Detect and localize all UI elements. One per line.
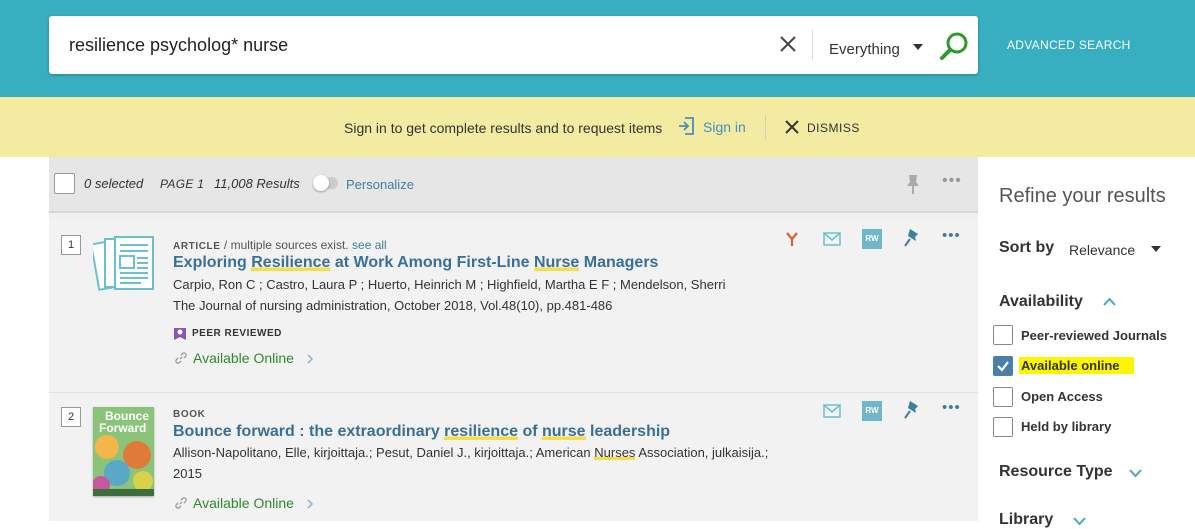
resource-type: ARTICLE / multiple sources exist. see al…	[173, 238, 387, 252]
more-options-icon[interactable]: •••	[942, 227, 961, 244]
facet-label-peer-reviewed[interactable]: Peer-reviewed Journals	[1021, 328, 1167, 343]
signin-icon[interactable]	[677, 115, 697, 137]
keyword-highlight: resilience	[444, 423, 518, 440]
sort-select[interactable]: Relevance	[1069, 242, 1135, 258]
resource-type: BOOK	[173, 409, 206, 420]
title-part: at Work Among First-Line	[330, 254, 534, 271]
result-item[interactable]: 1 ARTICLE / multiple sources exist. see …	[49, 219, 978, 393]
pin-icon[interactable]	[904, 400, 920, 420]
selected-count: 0 selected	[84, 176, 144, 191]
link-icon	[175, 352, 187, 364]
search-scope-select[interactable]: Everything	[829, 41, 900, 58]
scope-divider	[812, 30, 813, 60]
refworks-icon[interactable]: RW	[862, 229, 882, 249]
chevron-down-icon[interactable]	[911, 42, 925, 52]
multiple-sources-note: / multiple sources exist.	[223, 238, 349, 252]
result-number[interactable]: 1	[61, 235, 81, 255]
select-all-checkbox[interactable]	[54, 173, 75, 194]
author-part: Allison-Napolitano, Elle, kirjoittaja.; …	[173, 445, 595, 460]
chevron-right-icon[interactable]	[306, 498, 314, 510]
search-icon[interactable]	[939, 30, 971, 62]
result-number[interactable]: 2	[61, 407, 81, 427]
results-count: 11,008 Results	[214, 176, 300, 191]
citation-trail-icon[interactable]	[784, 231, 800, 247]
search-box: resilience psycholog* nurse Everything	[49, 16, 978, 74]
available-online-link[interactable]: Available Online	[193, 350, 294, 366]
keyword-highlight: Nurses	[594, 445, 636, 460]
result-authors: Allison-Napolitano, Elle, kirjoittaja.; …	[173, 445, 768, 460]
title-part: Managers	[579, 254, 659, 271]
facet-checkbox-peer-reviewed[interactable]	[993, 325, 1013, 345]
keyword-highlight: Nurse	[533, 254, 580, 271]
email-icon[interactable]	[823, 404, 841, 418]
result-year: 2015	[173, 466, 202, 481]
library-heading[interactable]: Library	[999, 511, 1053, 529]
pin-icon[interactable]	[905, 173, 921, 195]
link-icon	[175, 497, 187, 509]
chevron-down-icon[interactable]	[1073, 517, 1086, 526]
result-item[interactable]: 2 Bounce Forward BOOK Bounce forward : t…	[49, 393, 978, 521]
availability-heading[interactable]: Availability	[999, 293, 1083, 311]
search-header: resilience psycholog* nurse Everything A…	[0, 0, 1195, 97]
email-icon[interactable]	[823, 232, 841, 246]
title-part: of	[518, 423, 542, 440]
title-part: Exploring	[173, 254, 252, 271]
results-toolbar: 0 selected PAGE 1 11,008 Results Persona…	[49, 157, 978, 213]
facet-checkbox-open-access[interactable]	[993, 387, 1013, 407]
more-options-icon[interactable]: •••	[942, 172, 962, 190]
book-cover-thumbnail[interactable]: Bounce Forward	[93, 407, 154, 496]
page-indicator: PAGE 1	[160, 177, 205, 191]
facet-label-available-online[interactable]: Available online	[1019, 357, 1134, 374]
peer-reviewed-icon	[174, 328, 186, 340]
sort-label: Sort by	[999, 239, 1055, 256]
pin-icon[interactable]	[904, 228, 920, 248]
search-input[interactable]: resilience psycholog* nurse	[69, 35, 288, 56]
signin-link[interactable]: Sign in	[703, 119, 746, 135]
signin-message: Sign in to get complete results and to r…	[344, 120, 663, 136]
more-options-icon[interactable]: •••	[942, 399, 961, 416]
dismiss-button[interactable]: DISMISS	[807, 121, 860, 135]
keyword-highlight: nurse	[542, 423, 586, 440]
chevron-up-icon[interactable]	[1103, 297, 1116, 306]
author-part: Association, julkaisija.;	[635, 445, 769, 460]
peer-reviewed-label: PEER REVIEWED	[192, 328, 282, 339]
available-online-link[interactable]: Available Online	[193, 495, 294, 511]
signin-divider	[765, 115, 766, 139]
result-title[interactable]: Bounce forward : the extraordinary resil…	[173, 423, 670, 441]
result-source: The Journal of nursing administration, O…	[173, 298, 613, 313]
refine-sidebar: Refine your results Sort by Relevance Av…	[978, 157, 1195, 528]
refworks-icon[interactable]: RW	[862, 401, 882, 421]
keyword-highlight: Resilience	[251, 254, 331, 271]
resource-type-heading[interactable]: Resource Type	[999, 463, 1113, 481]
title-part: Bounce forward : the extraordinary	[173, 423, 445, 440]
facet-checkbox-held-by-library[interactable]	[993, 417, 1013, 437]
result-authors: Carpio, Ron C ; Castro, Laura P ; Huerto…	[173, 277, 726, 292]
cover-title-line: Forward	[99, 421, 147, 435]
chevron-down-icon[interactable]	[1150, 245, 1162, 253]
facet-label-open-access[interactable]: Open Access	[1021, 389, 1103, 404]
resource-type-label: ARTICLE	[173, 241, 221, 252]
checkmark-icon	[997, 361, 1009, 372]
chevron-down-icon[interactable]	[1129, 469, 1142, 478]
personalize-toggle[interactable]	[313, 175, 338, 191]
close-icon[interactable]	[783, 118, 801, 136]
clear-search-icon[interactable]	[777, 32, 799, 56]
signin-banner: Sign in to get complete results and to r…	[0, 97, 1195, 157]
facet-checkbox-available-online[interactable]	[993, 356, 1013, 376]
refine-title: Refine your results	[999, 185, 1166, 207]
article-icon	[93, 236, 154, 291]
results-list: 0 selected PAGE 1 11,008 Results Persona…	[49, 157, 978, 521]
facet-label-held-by-library[interactable]: Held by library	[1021, 419, 1111, 434]
result-title[interactable]: Exploring Resilience at Work Among First…	[173, 254, 658, 272]
personalize-link[interactable]: Personalize	[346, 177, 414, 192]
chevron-right-icon[interactable]	[306, 353, 314, 365]
title-part: leadership	[585, 423, 671, 440]
toggle-knob	[313, 175, 329, 191]
advanced-search-link[interactable]: ADVANCED SEARCH	[1007, 38, 1131, 52]
see-all-link[interactable]: see all	[352, 238, 387, 252]
